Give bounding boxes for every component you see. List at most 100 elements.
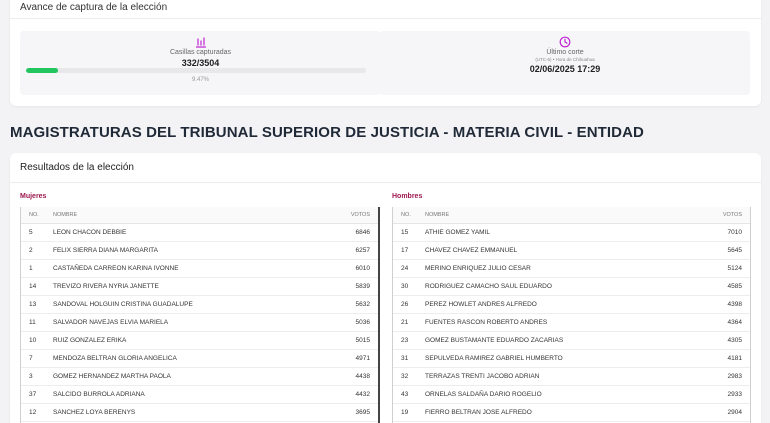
casillas-value: 332/3504 (181, 58, 220, 68)
candidate-votes: 4398 (690, 295, 750, 314)
candidate-name: TREVIZO RIVERA NYRIA JANETTE (45, 277, 318, 296)
candidate-votes: 5015 (318, 331, 378, 350)
row-number: 3 (21, 367, 45, 386)
row-number: 32 (393, 367, 417, 386)
candidate-name: RODRIGUEZ CAMACHO SAUL EDUARDO (417, 277, 690, 296)
table-row: 43 ORNELAS SALDAÑA DARIO ROGELIO 2933 (393, 385, 750, 404)
candidate-votes: 5036 (318, 313, 378, 332)
results-title: Resultados de la elección (20, 162, 134, 173)
candidate-name: CASTAÑEDA CARREON KARINA IVONNE (45, 259, 318, 278)
candidate-name: MERINO ENRIQUEZ JULIO CESAR (417, 259, 690, 278)
row-number: 14 (21, 277, 45, 296)
progress-title: Avance de captura de la elección (20, 2, 168, 13)
mujeres-table: NO. NOMBRE VOTOS 5 LEON CHACON DEBBIE 6846… (21, 207, 378, 422)
table-row: 37 SALCIDO BURROLA ADRIANA 4432 (21, 385, 378, 404)
row-number: 31 (393, 349, 417, 368)
row-number: 5 (21, 223, 45, 242)
row-number: 2 (21, 241, 45, 260)
table-row: 12 SANCHEZ LOYA BERENYS 3695 (21, 403, 378, 422)
candidate-name: SANCHEZ LOYA BERENYS (45, 403, 318, 422)
ultimo-corte-stat: Último corte (UTC-6) • Hora de Chihuahua… (380, 31, 750, 95)
candidate-name: RUIZ GONZALEZ ERIKA (45, 331, 318, 350)
candidate-name: FUENTES RASCON ROBERTO ANDRES (417, 313, 690, 332)
row-number: 24 (393, 259, 417, 278)
table-header-row: NO. NOMBRE VOTOS (393, 207, 750, 224)
progress-card: Avance de captura de la elección Casilla… (10, 0, 761, 106)
row-number: 11 (21, 313, 45, 332)
column-header-votes: VOTOS (690, 207, 750, 224)
candidate-votes: 4364 (690, 313, 750, 332)
row-number: 12 (21, 403, 45, 422)
candidate-name: SANDOVAL HOLGUIN CRISTINA GUADALUPE (45, 295, 318, 314)
table-row: 13 SANDOVAL HOLGUIN CRISTINA GUADALUPE 563… (21, 295, 378, 314)
row-number: 37 (21, 385, 45, 404)
candidate-name: GOMEZ HERNANDEZ MARTHA PAOLA (45, 367, 318, 386)
column-header-votes: VOTOS (318, 207, 378, 224)
table-row: 30 RODRIGUEZ CAMACHO SAUL EDUARDO 4585 (393, 277, 750, 296)
column-header-no: NO. (21, 207, 45, 224)
candidate-votes: 5632 (318, 295, 378, 314)
table-header-row: NO. NOMBRE VOTOS (21, 207, 378, 224)
candidate-name: SALVADOR NAVEJAS ELVIA MARIELA (45, 313, 318, 332)
bar-chart-icon (195, 37, 206, 48)
divider (10, 18, 761, 19)
candidate-name: LEON CHACON DEBBIE (45, 223, 318, 242)
corte-label: Último corte (546, 49, 584, 56)
candidate-name: FIERRO BELTRAN JOSE ALFREDO (417, 403, 690, 422)
candidate-name: TERRAZAS TRENTI JACOBO ADRIAN (417, 367, 690, 386)
table-row: 5 LEON CHACON DEBBIE 6846 (21, 223, 378, 242)
candidate-votes: 2904 (690, 403, 750, 422)
candidate-votes: 6846 (318, 223, 378, 242)
progress-fill (26, 68, 59, 73)
candidate-votes: 6257 (318, 241, 378, 260)
divider (10, 182, 761, 183)
candidate-name: GOMEZ BUSTAMANTE EDUARDO ZACARIAS (417, 331, 690, 350)
row-number: 1 (21, 259, 45, 278)
candidate-votes: 5839 (318, 277, 378, 296)
candidate-votes: 5124 (690, 259, 750, 278)
table-row: 19 FIERRO BELTRAN JOSE ALFREDO 2904 (393, 403, 750, 422)
candidate-votes: 2933 (690, 385, 750, 404)
table-row: 14 TREVIZO RIVERA NYRIA JANETTE 5839 (21, 277, 378, 296)
candidate-name: ATHIE GOMEZ YAMIL (417, 223, 690, 242)
candidate-votes: 3695 (318, 403, 378, 422)
casillas-stat: Casillas capturadas 332/3504 9.47% (20, 31, 381, 95)
candidate-votes: 4971 (318, 349, 378, 368)
candidate-name: CHAVEZ CHAVEZ EMMANUEL (417, 241, 690, 260)
clock-icon (559, 36, 571, 48)
candidate-votes: 7010 (690, 223, 750, 242)
mujeres-table-body: 5 LEON CHACON DEBBIE 6846 2 FELIX SIERRA DIA… (21, 223, 378, 422)
table-row: 26 PEREZ HOWLET ANDRES ALFREDO 4398 (393, 295, 750, 314)
progress-percent: 9.47% (191, 77, 209, 83)
table-row: 21 FUENTES RASCON ROBERTO ANDRES 4364 (393, 313, 750, 332)
candidate-votes: 4181 (690, 349, 750, 368)
column-header-no: NO. (393, 207, 417, 224)
table-row: 10 RUIZ GONZALEZ ERIKA 5015 (21, 331, 378, 350)
row-number: 23 (393, 331, 417, 350)
table-row: 15 ATHIE GOMEZ YAMIL 7010 (393, 223, 750, 242)
corte-timezone: (UTC-6) • Hora de Chihuahua (535, 57, 595, 62)
candidate-name: SEPULVEDA RAMIREZ GABRIEL HUMBERTO (417, 349, 690, 368)
candidate-votes: 4585 (690, 277, 750, 296)
page-title: MAGISTRATURAS DEL TRIBUNAL SUPERIOR DE J… (10, 124, 644, 141)
table-row: 32 TERRAZAS TRENTI JACOBO ADRIAN 2983 (393, 367, 750, 386)
hombres-table: NO. NOMBRE VOTOS 15 ATHIE GOMEZ YAMIL 7010… (393, 207, 750, 422)
progress-bar (26, 68, 366, 73)
hombres-table-body: 15 ATHIE GOMEZ YAMIL 7010 17 CHAVEZ CHAVEZ E… (393, 223, 750, 422)
table-row: 31 SEPULVEDA RAMIREZ GABRIEL HUMBERTO 4181 (393, 349, 750, 368)
row-number: 13 (21, 295, 45, 314)
column-header-name: NOMBRE (45, 207, 318, 224)
results-card: Resultados de la elección Mujeres Hombre… (10, 153, 761, 423)
row-number: 21 (393, 313, 417, 332)
table-row: 17 CHAVEZ CHAVEZ EMMANUEL 5645 (393, 241, 750, 260)
row-number: 30 (393, 277, 417, 296)
row-number: 10 (21, 331, 45, 350)
table-row: 3 GOMEZ HERNANDEZ MARTHA PAOLA 4438 (21, 367, 378, 386)
mujeres-table-container[interactable]: NO. NOMBRE VOTOS 5 LEON CHACON DEBBIE 6846… (20, 207, 380, 423)
hombres-table-container[interactable]: NO. NOMBRE VOTOS 15 ATHIE GOMEZ YAMIL 7010… (392, 207, 751, 423)
candidate-votes: 4438 (318, 367, 378, 386)
candidate-votes: 4305 (690, 331, 750, 350)
table-row: 7 MENDOZA BELTRAN GLORIA ANGELICA 4971 (21, 349, 378, 368)
casillas-label: Casillas capturadas (169, 49, 232, 56)
row-number: 19 (393, 403, 417, 422)
